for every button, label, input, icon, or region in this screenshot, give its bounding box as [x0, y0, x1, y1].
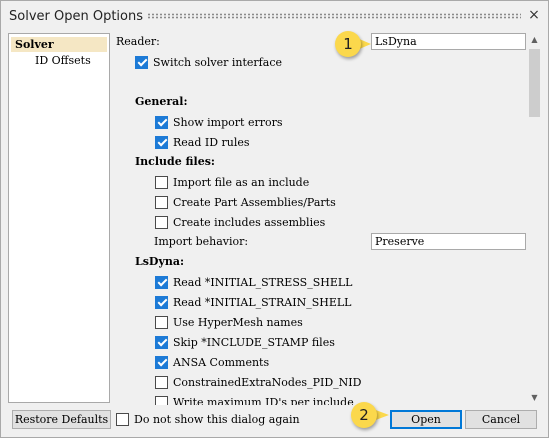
options-panel: Reader: LsDyna Switch solver interface G… [113, 32, 526, 405]
cancel-button[interactable]: Cancel [465, 410, 537, 429]
read-initial-stress-shell-checkbox[interactable]: Read *INITIAL_STRESS_SHELL [155, 274, 352, 290]
checkbox-label: Switch solver interface [153, 55, 282, 69]
lsdyna-heading: LsDyna: [135, 255, 185, 268]
checkbox-box [155, 135, 168, 149]
create-part-assemblies-checkbox[interactable]: Create Part Assemblies/Parts [155, 194, 336, 210]
window-title: Solver Open Options [9, 9, 143, 24]
vertical-scrollbar[interactable]: ▲ ▼ [527, 32, 542, 405]
create-includes-assemblies-checkbox[interactable]: Create includes assemblies [155, 214, 325, 230]
restore-defaults-button[interactable]: Restore Defaults [12, 410, 111, 429]
checkbox-box [155, 375, 168, 389]
tree-item-id-offsets[interactable]: ID Offsets [35, 53, 91, 68]
use-hypermesh-names-checkbox[interactable]: Use HyperMesh names [155, 314, 303, 330]
checkbox-label: Read ID rules [173, 135, 250, 149]
general-heading: General: [135, 95, 188, 108]
read-id-rules-checkbox[interactable]: Read ID rules [155, 134, 250, 150]
scroll-up-icon[interactable]: ▲ [527, 32, 542, 47]
checkbox-box [155, 115, 168, 129]
do-not-show-checkbox[interactable]: Do not show this dialog again [116, 411, 300, 427]
checkbox-label: Use HyperMesh names [173, 315, 303, 329]
scroll-down-icon[interactable]: ▼ [527, 390, 542, 405]
import-as-include-checkbox[interactable]: Import file as an include [155, 174, 309, 190]
checkbox-label: Import file as an include [173, 175, 310, 189]
checkbox-label: Write maximum ID's per include [173, 395, 354, 406]
checkbox-label: Show import errors [173, 115, 283, 129]
read-initial-strain-shell-checkbox[interactable]: Read *INITIAL_STRAIN_SHELL [155, 294, 351, 310]
checkbox-box [155, 295, 168, 309]
checkbox-label: Do not show this dialog again [134, 412, 300, 426]
show-import-errors-checkbox[interactable]: Show import errors [155, 114, 283, 130]
checkbox-box [155, 355, 168, 369]
constrained-extra-nodes-checkbox[interactable]: ConstrainedExtraNodes_PID_NID [155, 374, 361, 390]
checkbox-label: Skip *INCLUDE_STAMP files [173, 335, 335, 349]
checkbox-box [155, 215, 168, 229]
checkbox-label: ConstrainedExtraNodes_PID_NID [173, 375, 362, 389]
checkbox-label: Read *INITIAL_STRAIN_SHELL [173, 295, 352, 309]
switch-solver-checkbox[interactable]: Switch solver interface [135, 54, 282, 70]
reader-label: Reader: [116, 35, 160, 48]
checkbox-box [135, 55, 148, 69]
reader-input[interactable]: LsDyna [371, 33, 526, 50]
callout-badge-2: 2 [351, 402, 377, 428]
checkbox-label: ANSA Comments [173, 355, 270, 369]
ansa-comments-checkbox[interactable]: ANSA Comments [155, 354, 269, 370]
callout-badge-1: 1 [335, 31, 361, 57]
checkbox-label: Read *INITIAL_STRESS_SHELL [173, 275, 353, 289]
checkbox-box [155, 195, 168, 209]
checkbox-box [155, 315, 168, 329]
scrollbar-thumb[interactable] [529, 49, 540, 117]
write-max-ids-checkbox[interactable]: Write maximum ID's per include [155, 394, 354, 405]
skip-include-stamp-checkbox[interactable]: Skip *INCLUDE_STAMP files [155, 334, 335, 350]
checkbox-box [116, 412, 129, 426]
close-icon[interactable]: × [527, 8, 541, 22]
import-behavior-select[interactable]: Preserve [371, 233, 526, 250]
checkbox-box [155, 275, 168, 289]
checkbox-label: Create includes assemblies [173, 215, 326, 229]
import-behavior-label: Import behavior: [154, 235, 249, 248]
checkbox-label: Create Part Assemblies/Parts [173, 195, 336, 209]
open-button[interactable]: Open [390, 410, 462, 429]
title-bar[interactable]: Solver Open Options × [1, 1, 548, 31]
tree-item-solver[interactable]: Solver [11, 37, 107, 52]
options-tree: Solver ID Offsets [8, 33, 110, 403]
checkbox-box [155, 395, 168, 405]
checkbox-box [155, 175, 168, 189]
include-files-heading: Include files: [135, 155, 215, 168]
title-drag-handle[interactable] [147, 13, 521, 19]
checkbox-box [155, 335, 168, 349]
solver-open-options-dialog: Solver Open Options × Solver ID Offsets … [0, 0, 549, 438]
